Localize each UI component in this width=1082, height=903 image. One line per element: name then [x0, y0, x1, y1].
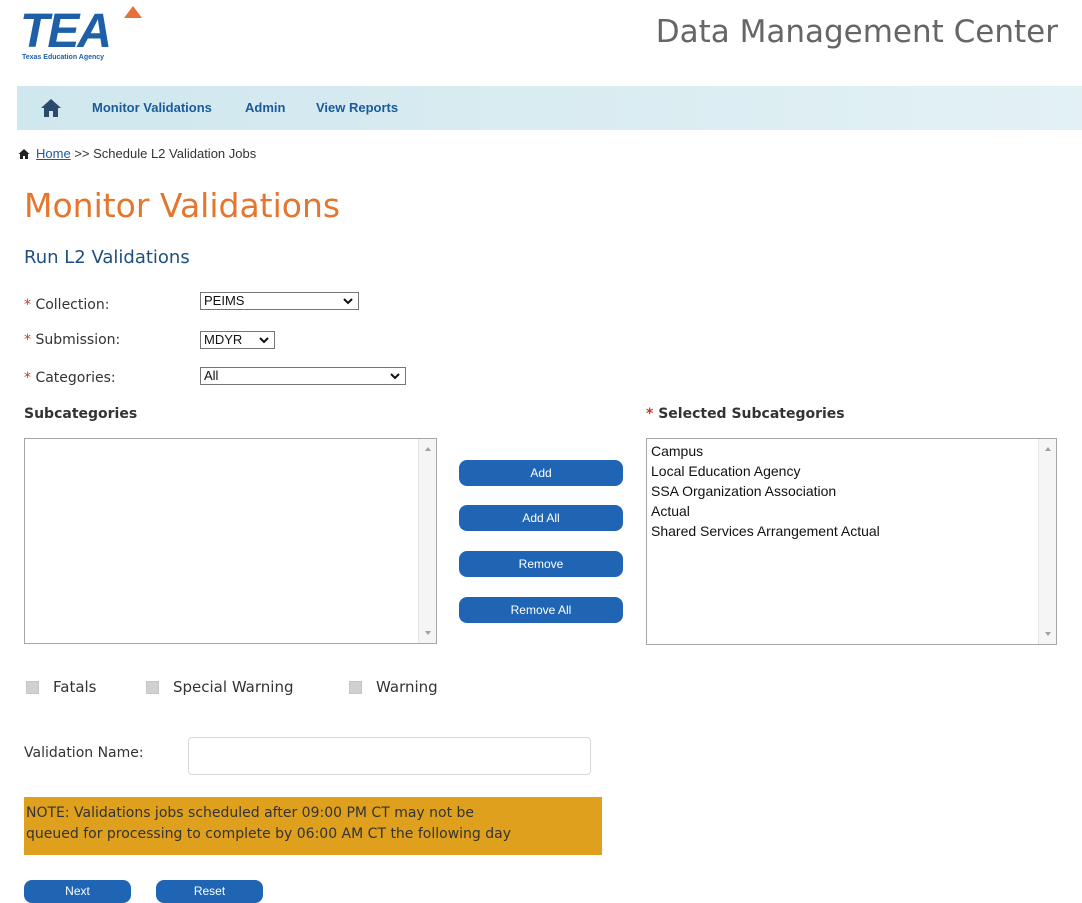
list-item[interactable]: Campus [647, 441, 1056, 461]
next-button[interactable]: Next [24, 880, 131, 903]
warning-option[interactable]: Warning [349, 678, 438, 696]
breadcrumb-home-icon [18, 149, 30, 159]
nav-monitor-validations[interactable]: Monitor Validations [92, 100, 212, 115]
chevron-down-icon [259, 337, 269, 344]
reset-button[interactable]: Reset [156, 880, 263, 903]
list-item[interactable]: SSA Organization Association [647, 481, 1056, 501]
special-warning-checkbox[interactable] [146, 681, 159, 694]
list-item[interactable]: Local Education Agency [647, 461, 1056, 481]
required-marker: * [24, 297, 31, 313]
selected-subcategories-listbox[interactable]: Campus Local Education Agency SSA Organi… [646, 438, 1057, 645]
scrollbar[interactable] [418, 439, 436, 643]
main-nav: Monitor Validations Admin View Reports [17, 86, 1082, 130]
breadcrumb-home-link[interactable]: Home [36, 146, 71, 161]
add-button[interactable]: Add [459, 460, 623, 486]
note-line: NOTE: Validations jobs scheduled after 0… [26, 805, 475, 821]
remove-all-button[interactable]: Remove All [459, 597, 623, 623]
validation-name-input[interactable] [188, 737, 591, 775]
chevron-down-icon [343, 298, 353, 305]
note-line: queued for processing to complete by 06:… [26, 826, 512, 842]
logo-tagline: Texas Education Agency [22, 54, 105, 61]
app-title: Data Management Center [655, 14, 1058, 50]
logo-brand: TEA [20, 5, 112, 58]
warning-checkbox[interactable] [349, 681, 362, 694]
nav-view-reports[interactable]: View Reports [316, 100, 398, 115]
scrollbar[interactable] [1038, 439, 1056, 644]
fatals-checkbox[interactable] [26, 681, 39, 694]
fatals-option[interactable]: Fatals [26, 678, 97, 696]
special-warning-option[interactable]: Special Warning [146, 678, 293, 696]
list-item[interactable]: Actual [647, 501, 1056, 521]
home-icon[interactable] [39, 96, 63, 120]
nav-admin[interactable]: Admin [245, 100, 285, 115]
tea-logo: TEA Texas Education Agency [18, 2, 148, 66]
breadcrumb: Home >> Schedule L2 Validation Jobs [36, 146, 256, 161]
processing-note: NOTE: Validations jobs scheduled after 0… [24, 797, 602, 855]
required-marker: * [24, 332, 31, 348]
selected-subcategories-label: * Selected Subcategories [646, 406, 845, 422]
subcategories-listbox[interactable] [24, 438, 437, 644]
validation-name-label: Validation Name: [24, 745, 144, 761]
chevron-down-icon [390, 373, 400, 380]
categories-select[interactable]: All [200, 367, 406, 385]
breadcrumb-current: Schedule L2 Validation Jobs [93, 146, 257, 161]
remove-button[interactable]: Remove [459, 551, 623, 577]
logo-hat-icon [124, 6, 142, 18]
collection-label: * Collection: [24, 297, 110, 313]
required-marker: * [24, 370, 31, 386]
submission-label: * Submission: [24, 332, 121, 348]
required-marker: * [646, 406, 654, 422]
section-title: Run L2 Validations [24, 247, 190, 268]
add-all-button[interactable]: Add All [459, 505, 623, 531]
page-title: Monitor Validations [24, 186, 341, 225]
subcategories-label: Subcategories [24, 406, 138, 422]
list-item[interactable]: Shared Services Arrangement Actual [647, 521, 1056, 541]
submission-select[interactable]: MDYR [200, 331, 275, 349]
breadcrumb-separator: >> [74, 146, 90, 161]
categories-label: * Categories: [24, 370, 116, 386]
collection-select[interactable]: PEIMS [200, 292, 359, 310]
